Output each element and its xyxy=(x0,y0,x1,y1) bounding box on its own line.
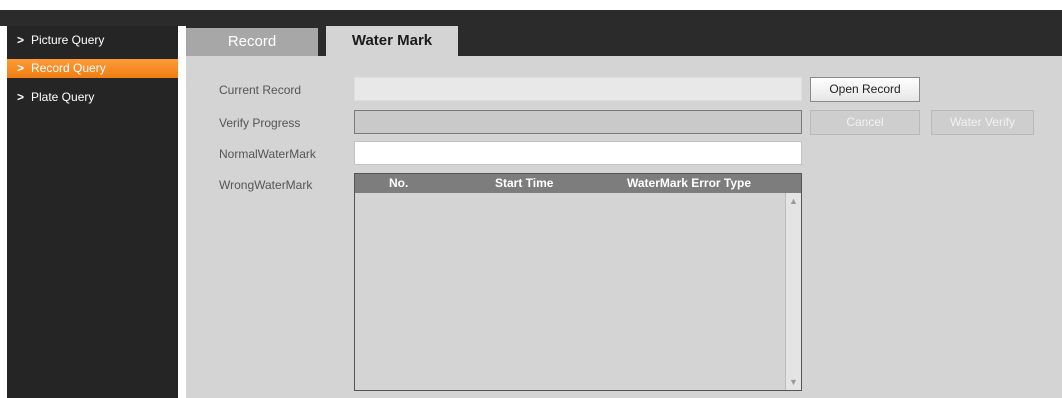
tab-bar: Record Water Mark xyxy=(186,26,1062,56)
list-scrollbar[interactable]: ▲ ▼ xyxy=(785,193,801,390)
sidebar-item-label: Plate Query xyxy=(31,90,95,104)
verify-progress-label: Verify Progress xyxy=(219,116,301,130)
normal-watermark-label: NormalWaterMark xyxy=(219,147,316,161)
tab-record[interactable]: Record xyxy=(186,28,318,56)
column-header-error-type[interactable]: WaterMark Error Type xyxy=(627,174,751,193)
current-record-label: Current Record xyxy=(219,83,302,97)
sidebar-item-picture-query[interactable]: > Picture Query xyxy=(7,31,178,50)
scroll-down-arrow-icon[interactable]: ▼ xyxy=(789,377,798,387)
water-mark-panel: Current Record Open Record Verify Progre… xyxy=(186,56,1062,398)
sidebar-item-plate-query[interactable]: > Plate Query xyxy=(7,88,178,107)
top-bar xyxy=(0,0,1062,10)
column-header-no[interactable]: No. xyxy=(389,174,408,193)
chevron-right-icon: > xyxy=(17,90,25,104)
verify-progress-bar xyxy=(354,110,802,134)
wrong-watermark-label: WrongWaterMark xyxy=(219,178,313,192)
chevron-right-icon: > xyxy=(17,61,25,75)
open-record-button[interactable]: Open Record xyxy=(810,77,920,102)
normal-watermark-input[interactable] xyxy=(354,141,802,165)
tab-water-mark[interactable]: Water Mark xyxy=(326,26,458,56)
sidebar-item-record-query[interactable]: > Record Query xyxy=(7,59,178,78)
header-strip xyxy=(0,10,1062,26)
sidebar-item-label: Picture Query xyxy=(31,33,105,47)
column-header-start-time[interactable]: Start Time xyxy=(495,174,553,193)
wrong-watermark-list[interactable]: No. Start Time WaterMark Error Type ▲ ▼ xyxy=(354,173,802,391)
chevron-right-icon: > xyxy=(17,33,25,47)
sidebar-item-label: Record Query xyxy=(31,61,106,75)
water-verify-button[interactable]: Water Verify xyxy=(931,110,1034,135)
current-record-field[interactable] xyxy=(354,77,802,101)
cancel-button[interactable]: Cancel xyxy=(810,110,920,135)
list-header: No. Start Time WaterMark Error Type xyxy=(355,174,801,193)
scroll-up-arrow-icon[interactable]: ▲ xyxy=(789,196,798,206)
sidebar: > Picture Query > Record Query > Plate Quer… xyxy=(7,26,178,398)
